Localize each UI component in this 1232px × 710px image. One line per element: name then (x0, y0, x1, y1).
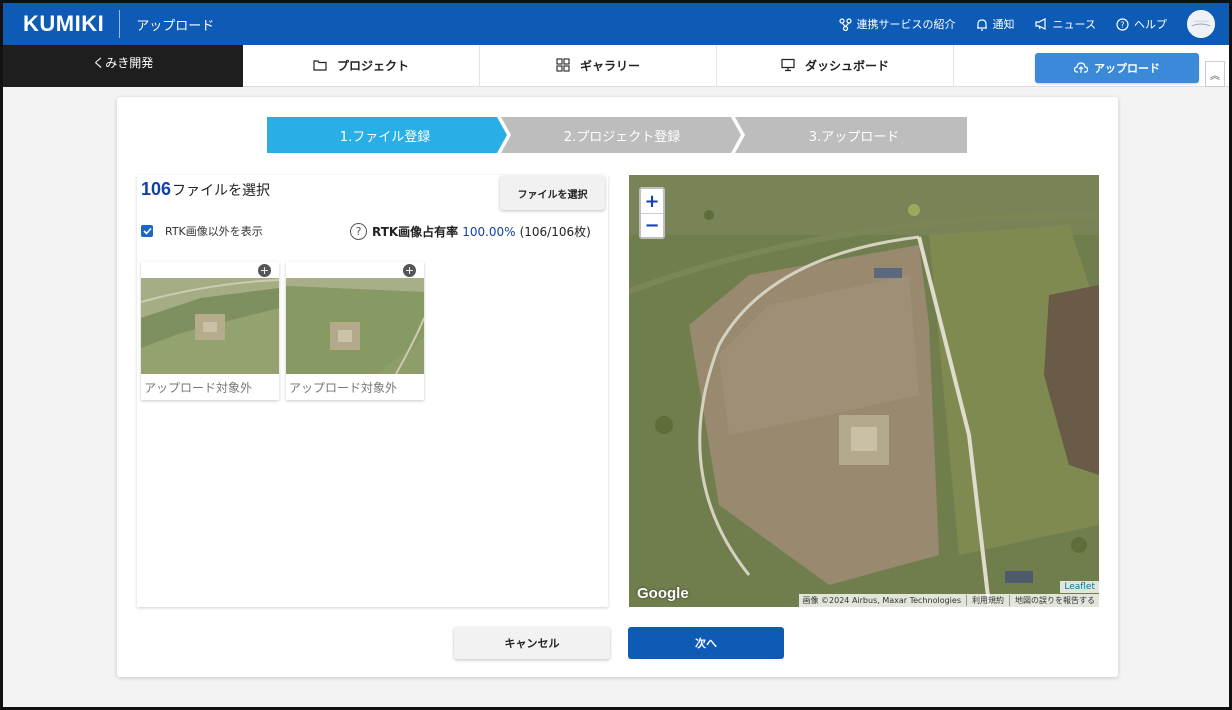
header-divider (119, 10, 121, 38)
user-avatar[interactable] (1187, 10, 1215, 38)
check-icon (142, 227, 152, 235)
header-links: 連携サービスの紹介 通知 ニュース ? ヘルプ (838, 3, 1229, 45)
imagery-credit: 画像 ©2024 Airbus, Maxar Technologies (802, 596, 962, 605)
integrations-link[interactable]: 連携サービスの紹介 (838, 16, 956, 32)
app-frame: KUMIKI アップロード 連携サービスの紹介 通知 ニュース ? ヘルプ くみ… (0, 0, 1232, 710)
tab-dashboard-label: ダッシュボード (804, 58, 889, 73)
cloud-upload-icon (1074, 62, 1088, 73)
file-count-label: ファイルを選択 (172, 183, 271, 199)
tab-dashboard[interactable]: ダッシュボード (717, 45, 954, 87)
share-icon (838, 17, 852, 31)
map-attribution: 画像 ©2024 Airbus, Maxar Technologies 利用規約… (798, 594, 1099, 607)
svg-text:?: ? (1120, 20, 1124, 29)
tab-gallery-label: ギャラリー (579, 58, 640, 73)
show-non-rtk-label: RTK画像以外を表示 (165, 225, 263, 238)
tab-gallery[interactable]: ギャラリー (480, 45, 717, 87)
add-icon[interactable]: + (403, 264, 416, 277)
thumbnail-image (286, 278, 424, 374)
megaphone-icon (1034, 18, 1046, 30)
help-label: ヘルプ (1134, 18, 1167, 31)
tab-projects[interactable]: プロジェクト (243, 45, 480, 87)
zoom-out-button[interactable]: − (641, 213, 663, 237)
rtk-help-icon[interactable]: ? (350, 223, 367, 240)
bell-icon (976, 18, 987, 31)
thumbnail-card[interactable]: + アップロード対象外 (286, 262, 424, 400)
show-non-rtk-checkbox[interactable] (141, 225, 153, 237)
help-link[interactable]: ? ヘルプ (1116, 16, 1167, 32)
main-nav: くみき開発 プロジェクト ギャラリー ダッシュボード アップロード ︽ (3, 45, 1229, 87)
monitor-icon (781, 58, 795, 72)
collapse-header-button[interactable]: ︽ (1205, 61, 1225, 87)
upload-button-label: アップロード (1094, 62, 1160, 75)
zoom-in-button[interactable]: + (641, 189, 663, 213)
add-icon[interactable]: + (258, 264, 271, 277)
help-circle-icon: ? (1116, 17, 1129, 31)
top-header: KUMIKI アップロード 連携サービスの紹介 通知 ニュース ? ヘルプ (3, 3, 1229, 45)
zoom-control: + − (639, 187, 665, 239)
news-label: ニュース (1052, 18, 1096, 31)
thumbnail-caption: アップロード対象外 (289, 381, 398, 395)
news-link[interactable]: ニュース (1034, 16, 1096, 32)
avatar-image (1188, 11, 1214, 37)
thumbnail-card[interactable]: + アップロード対象外 (141, 262, 279, 400)
upload-button[interactable]: アップロード (1035, 53, 1199, 83)
thumbnail-image (141, 278, 279, 374)
rtk-rate: ? RTK画像占有率 100.00% (106/106枚) (350, 223, 591, 240)
select-files-button[interactable]: ファイルを選択 (500, 176, 605, 210)
file-count: 106 ファイルを選択 (141, 179, 270, 200)
tab-projects-label: プロジェクト (336, 58, 409, 73)
thumbnail-caption: アップロード対象外 (144, 381, 253, 395)
satellite-imagery (629, 175, 1099, 607)
notifications-label: 通知 (992, 18, 1015, 31)
file-count-number: 106 (141, 179, 172, 199)
folder-icon (313, 60, 327, 71)
upload-stepper: 1.ファイル登録 2.プロジェクト登録 3.アップロード (267, 117, 967, 153)
next-button[interactable]: 次へ (628, 627, 784, 659)
satellite-map[interactable]: + − Google Leaflet 画像 ©2024 Airbus, Maxa… (629, 175, 1099, 607)
show-non-rtk-toggle[interactable]: RTK画像以外を表示 (141, 223, 263, 239)
step-3: 3.アップロード (808, 129, 900, 145)
grid-icon (556, 58, 570, 72)
notifications-link[interactable]: 通知 (976, 16, 1015, 32)
upload-card: 1.ファイル登録 2.プロジェクト登録 3.アップロード 106 ファイルを選択… (117, 97, 1118, 677)
cancel-button[interactable]: キャンセル (454, 627, 610, 659)
terms-link[interactable]: 利用規約 (966, 595, 1004, 606)
report-error-link[interactable]: 地図の誤りを報告する (1009, 595, 1095, 606)
rtk-rate-value: 100.00% (462, 224, 516, 239)
step-2: 2.プロジェクト登録 (563, 129, 681, 145)
kumiki-logo[interactable]: KUMIKI (23, 11, 104, 37)
rtk-rate-label: RTK画像占有率 (372, 225, 459, 239)
file-list-panel: 106 ファイルを選択 ファイルを選択 RTK画像以外を表示 ? RTK画像占有… (137, 175, 608, 607)
google-logo: Google (637, 585, 689, 602)
integrations-label: 連携サービスの紹介 (856, 18, 956, 31)
rtk-rate-count: (106/106枚) (519, 225, 591, 239)
page-title: アップロード (136, 18, 215, 34)
leaflet-link[interactable]: Leaflet (1060, 581, 1099, 593)
org-name[interactable]: くみき開発 (3, 45, 243, 87)
step-1: 1.ファイル登録 (339, 129, 431, 145)
